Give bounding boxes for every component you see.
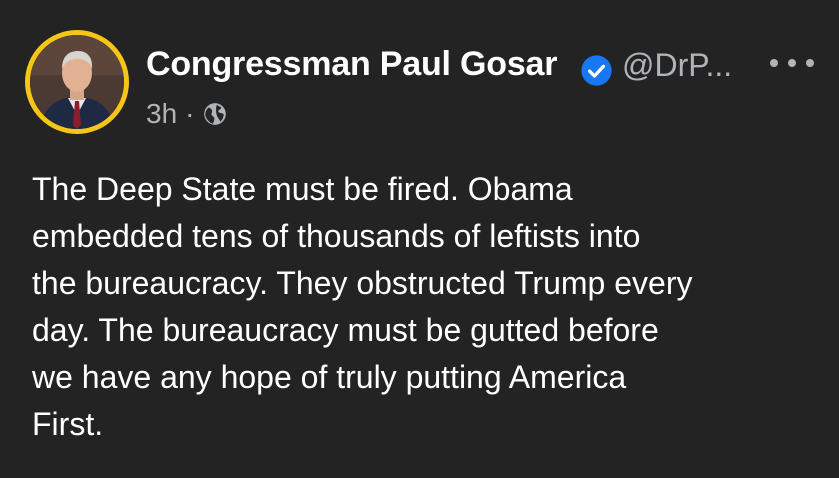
- globe-icon[interactable]: [202, 101, 228, 127]
- post-text-line: The Deep State must be fired. Obama: [32, 171, 573, 207]
- post-time[interactable]: 3h: [146, 98, 177, 130]
- more-dot-icon: [806, 59, 814, 67]
- more-options-button[interactable]: [770, 48, 814, 78]
- author-handle[interactable]: @DrP...: [622, 47, 732, 84]
- post-text-line: we have any hope of truly putting Americ…: [32, 359, 627, 395]
- post-meta: 3h ·: [146, 98, 228, 130]
- more-dot-icon: [788, 59, 796, 67]
- author-name[interactable]: Congressman Paul Gosar: [146, 45, 557, 84]
- post-text-line: the bureaucracy. They obstructed Trump e…: [32, 265, 693, 301]
- post-text-line: First.: [32, 406, 104, 442]
- post-text: The Deep State must be fired. Obama embe…: [32, 166, 822, 448]
- post-text-line: embedded tens of thousands of leftists i…: [32, 218, 641, 254]
- avatar-image: [30, 35, 124, 129]
- post-card: Congressman Paul Gosar @DrP... 3h · The …: [0, 0, 839, 478]
- author-avatar[interactable]: [25, 30, 129, 134]
- more-dot-icon: [770, 59, 778, 67]
- verified-badge-icon: [581, 55, 612, 86]
- meta-separator: ·: [185, 98, 195, 129]
- post-text-line: day. The bureaucracy must be gutted befo…: [32, 312, 659, 348]
